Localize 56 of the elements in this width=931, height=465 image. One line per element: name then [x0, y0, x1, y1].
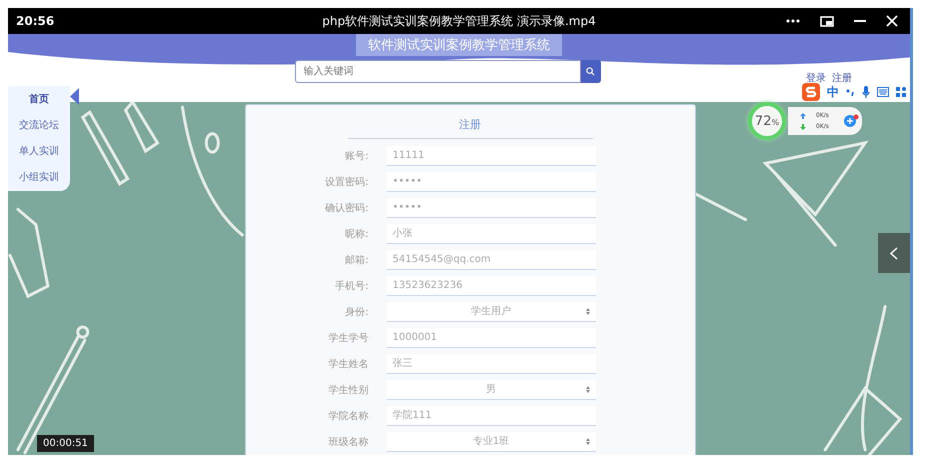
minimize-icon[interactable]	[854, 20, 866, 22]
input-field[interactable]: •••••	[386, 172, 596, 192]
select-field[interactable]: 专业1班	[386, 432, 596, 452]
field-label: 邮箱:	[344, 254, 368, 267]
input-field[interactable]: 13523623236	[386, 276, 596, 296]
field-label: 学生姓名	[328, 358, 368, 371]
nav-item[interactable]: 交流论坛	[8, 112, 70, 138]
dropdown-arrows-icon	[586, 386, 590, 393]
field-label: 学院名称	[328, 410, 368, 423]
input-field[interactable]: 学院111	[386, 406, 596, 426]
field-label: 设置密码:	[324, 176, 368, 189]
input-field[interactable]: 1000001	[386, 328, 596, 348]
form-title: 注册	[348, 117, 592, 139]
language-mode[interactable]: 中	[827, 84, 839, 100]
field-label: 手机号:	[334, 280, 368, 293]
clock-time: 20:56	[16, 14, 54, 28]
search-field[interactable]: 输入关键词	[294, 60, 580, 83]
dropdown-arrows-icon	[586, 438, 590, 445]
close-icon[interactable]	[886, 15, 898, 27]
field-label: 账号:	[344, 150, 368, 163]
input-field[interactable]: 54154545@qq.com	[386, 250, 596, 270]
select-field[interactable]: 男	[386, 380, 596, 400]
playback-timestamp: 00:00:51	[37, 435, 94, 452]
collapse-panel-button[interactable]	[878, 233, 910, 273]
field-label: 身份:	[344, 306, 368, 319]
window-title: php软件测试实训案例教学管理系统 演示录像.mp4	[322, 12, 596, 30]
search-button[interactable]	[580, 60, 600, 83]
grid-icon[interactable]	[896, 87, 906, 97]
field-label: 班级名称	[328, 436, 368, 449]
punctuation-icon[interactable]	[846, 88, 855, 96]
dropdown-arrows-icon	[586, 308, 590, 315]
field-label: 学生性别	[328, 384, 368, 397]
nav-item[interactable]: 单人实训	[8, 138, 70, 164]
input-field[interactable]: •••••	[386, 198, 596, 218]
chevron-left-icon	[890, 246, 898, 260]
upload-arrow-icon	[800, 112, 806, 118]
select-field[interactable]: 学生用户	[386, 302, 596, 322]
picture-in-picture-icon[interactable]	[820, 16, 834, 26]
nav-item[interactable]: 小组实训	[8, 164, 70, 190]
field-label: 确认密码:	[324, 202, 368, 215]
microphone-icon[interactable]	[862, 86, 870, 98]
more-icon[interactable]	[786, 19, 800, 23]
site-title: 软件测试实训案例教学管理系统	[356, 34, 562, 56]
add-icon[interactable]	[843, 114, 859, 128]
load-percent: 72%	[754, 114, 780, 128]
auth-link[interactable]: 登录	[806, 71, 826, 85]
nav-item[interactable]: 首页	[8, 86, 70, 112]
field-label: 昵称:	[344, 228, 368, 241]
input-field[interactable]: 张三	[386, 354, 596, 374]
keyboard-icon[interactable]	[877, 87, 889, 97]
download-arrow-icon	[800, 124, 806, 130]
input-field[interactable]: 11111	[386, 146, 596, 166]
input-field[interactable]: 小张	[386, 224, 596, 244]
search-icon	[586, 67, 595, 76]
auth-link[interactable]: 注册	[832, 71, 852, 85]
field-label: 学生学号	[328, 332, 368, 345]
